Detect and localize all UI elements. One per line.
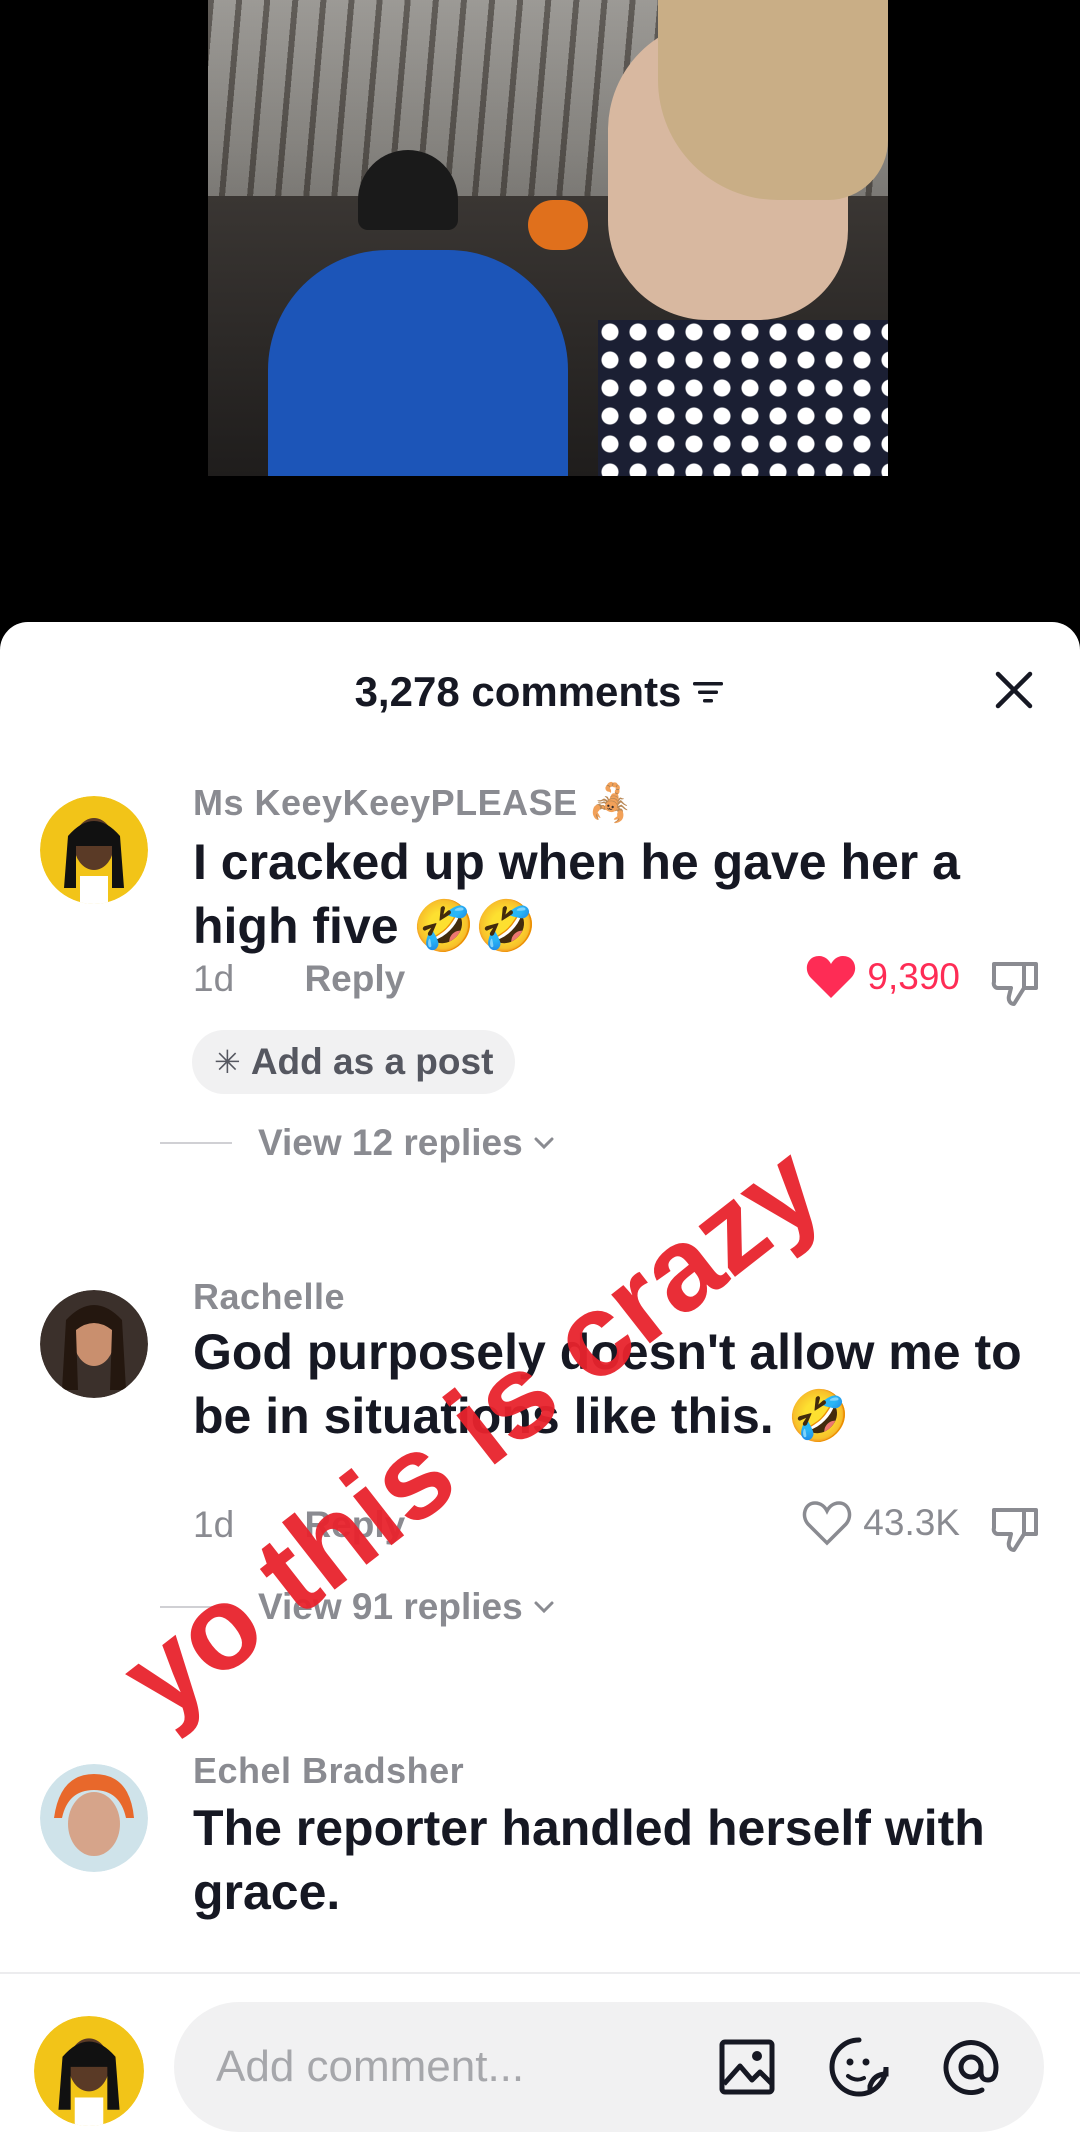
video-orange-hat [528, 200, 588, 250]
replies-divider [160, 1606, 232, 1608]
add-as-post-button[interactable]: ✳ Add as a post [192, 1030, 516, 1094]
video-player[interactable] [0, 0, 1080, 640]
avatar[interactable] [40, 1290, 148, 1398]
avatar[interactable] [40, 1764, 148, 1872]
heart-filled-icon [807, 956, 856, 998]
view-replies-button[interactable]: View 12 replies [160, 1122, 555, 1164]
comment-count: 3,278 comments [354, 668, 682, 715]
comment-username[interactable]: Ms KeeyKeeyPLEASE 🦂 [193, 782, 634, 824]
view-replies-button[interactable]: View 91 replies [160, 1586, 555, 1628]
video-reporter-scarf [598, 320, 888, 476]
replies-divider [160, 1142, 232, 1144]
comment-time: 1d [193, 1504, 235, 1545]
comments-header: 3,278 comments [0, 660, 1080, 720]
comment-count-sort[interactable]: 3,278 comments [0, 668, 1080, 716]
close-icon[interactable] [984, 660, 1044, 720]
comment-text: The reporter handled herself with grace. [193, 1800, 985, 1920]
comment-meta: 1d Reply [193, 958, 405, 1000]
comment-text: I cracked up when he gave her a high fiv… [193, 834, 960, 954]
reply-button[interactable]: Reply [304, 1504, 405, 1545]
view-replies-label: View 91 replies [258, 1586, 523, 1627]
comment-username[interactable]: Rachelle [193, 1276, 345, 1318]
view-replies-label: View 12 replies [258, 1122, 523, 1163]
dislike-icon[interactable] [988, 954, 1044, 1010]
comment-input-container[interactable] [174, 2002, 1044, 2132]
add-as-post-label: Add as a post [250, 1041, 494, 1082]
comment-input-bar [0, 1972, 1080, 2132]
reply-button[interactable]: Reply [304, 958, 405, 999]
like-button[interactable]: 43.3K [801, 1500, 960, 1546]
sparkle-icon: ✳ [214, 1044, 241, 1080]
emoji-sticker-icon[interactable] [826, 2034, 892, 2100]
like-count: 9,390 [867, 956, 960, 997]
my-avatar[interactable] [34, 2016, 144, 2126]
comment-meta: 1d Reply [193, 1504, 405, 1546]
like-button[interactable]: 9,390 [805, 954, 960, 1000]
dislike-icon[interactable] [988, 1500, 1044, 1556]
comment-text: God purposely doesn't allow me to be in … [193, 1324, 1022, 1444]
like-count: 43.3K [863, 1502, 960, 1543]
image-icon[interactable] [714, 2034, 780, 2100]
chevron-down-icon [534, 1137, 554, 1150]
video-person-blue-coat [268, 250, 568, 476]
comment-input[interactable] [216, 2032, 646, 2102]
comment-time: 1d [193, 958, 235, 999]
avatar[interactable] [40, 796, 148, 904]
sort-icon[interactable] [691, 678, 725, 706]
video-frame[interactable] [208, 0, 888, 476]
comments-sheet: 3,278 comments Ms KeeyKeeyPLEASE 🦂 I cra… [0, 622, 1080, 2132]
comment-username[interactable]: Echel Bradsher [193, 1750, 464, 1792]
mention-icon[interactable] [938, 2034, 1004, 2100]
chevron-down-icon [534, 1601, 554, 1614]
heart-outline-icon [803, 1501, 852, 1546]
